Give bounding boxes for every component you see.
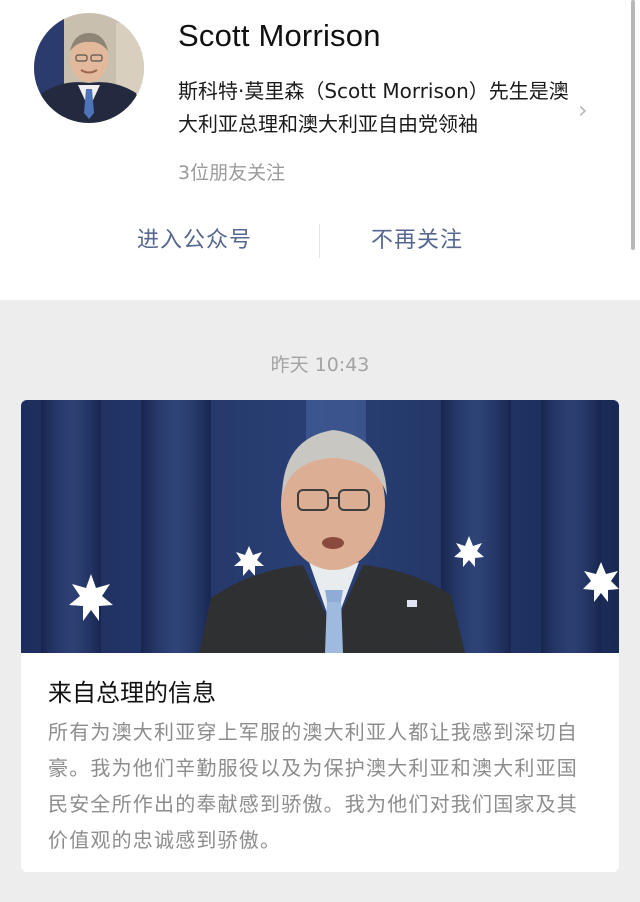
friends-following-count: 3位朋友关注 [178, 162, 286, 184]
scrollbar[interactable] [631, 0, 635, 250]
avatar-photo [34, 13, 144, 123]
article-title: 来自总理的信息 [48, 679, 216, 707]
account-profile-panel: Scott Morrison 斯科特·莫里森（Scott Morrison）先生… [0, 0, 640, 300]
message-timestamp: 昨天 10:43 [270, 354, 370, 376]
chevron-right-icon[interactable]: › [578, 96, 588, 124]
article-cover-image [21, 400, 619, 653]
enter-official-account-button[interactable]: 进入公众号 [137, 222, 252, 254]
account-name: Scott Morrison [178, 18, 381, 53]
unfollow-button[interactable]: 不再关注 [371, 222, 463, 254]
account-description[interactable]: 斯科特·莫里森（Scott Morrison）先生是澳大利亚总理和澳大利亚自由党… [178, 75, 573, 141]
article-card[interactable]: 来自总理的信息 所有为澳大利亚穿上军服的澳大利亚人都让我感到深切自豪。我为他们辛… [21, 400, 619, 872]
article-summary: 所有为澳大利亚穿上军服的澳大利亚人都让我感到深切自豪。我为他们辛勤服役以及为保护… [48, 720, 578, 852]
button-divider [319, 224, 320, 258]
account-avatar[interactable] [34, 13, 144, 123]
